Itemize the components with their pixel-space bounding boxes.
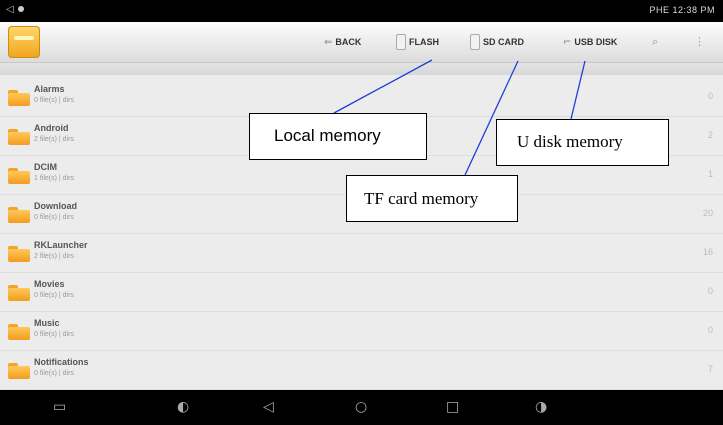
list-item-meta: 0 file(s) | dirs xyxy=(34,370,74,377)
volume-down-icon[interactable]: ◐ xyxy=(177,399,189,415)
list-item-count: 1 xyxy=(707,169,713,179)
folder-icon xyxy=(8,168,30,184)
back-button[interactable]: ⇐ BACK xyxy=(324,34,361,50)
file-manager-app-icon[interactable] xyxy=(8,26,40,58)
local-memory-label: Local memory xyxy=(274,126,381,145)
folder-icon xyxy=(8,285,30,301)
u-disk-memory-callout: U disk memory xyxy=(496,119,669,166)
list-item-count: 16 xyxy=(702,247,713,257)
usb-disk-icon: ⌐ xyxy=(563,36,572,48)
list-item[interactable]: Movies 0 file(s) | dirs 0 xyxy=(0,273,723,312)
list-item[interactable]: Notifications 0 file(s) | dirs 7 xyxy=(0,351,723,390)
list-item[interactable]: Alarms 0 file(s) | dirs 0 xyxy=(0,78,723,117)
folder-icon xyxy=(8,90,30,106)
list-item-count: 20 xyxy=(702,208,713,218)
back-nav-icon[interactable]: ◁ xyxy=(263,399,274,415)
folder-icon xyxy=(8,207,30,223)
folder-icon xyxy=(8,363,30,379)
list-item[interactable]: RKLauncher 2 file(s) | dirs 16 xyxy=(0,234,723,273)
tf-card-memory-callout: TF card memory xyxy=(346,175,518,222)
list-item-name: Download xyxy=(34,201,77,211)
notification-icons: ◁ xyxy=(6,4,24,15)
list-item[interactable]: Music 0 file(s) | dirs 0 xyxy=(0,312,723,351)
back-arrow-icon: ⇐ xyxy=(324,36,333,48)
status-bar: ◁ PHE 12:38 PM xyxy=(0,0,723,22)
toolbar: ⇐ BACK FLASH SD CARD ⌐ USB DISK ⌕ ⋮ xyxy=(0,22,723,63)
list-item-name: DCIM xyxy=(34,162,57,172)
system-nav-bar: ▭ ◐ ◁ ○ □ ◑ xyxy=(0,390,723,425)
folder-icon xyxy=(8,246,30,262)
usb-disk-button-label: USB DISK xyxy=(574,37,618,47)
list-item-meta: 0 file(s) | dirs xyxy=(34,97,74,104)
home-icon[interactable]: ○ xyxy=(355,399,367,415)
u-disk-memory-label: U disk memory xyxy=(517,132,623,151)
list-item-name: Movies xyxy=(34,279,65,289)
list-item-name: Alarms xyxy=(34,84,65,94)
list-item-meta: 0 file(s) | dirs xyxy=(34,214,74,221)
volume-up-icon[interactable]: ◑ xyxy=(535,399,547,415)
recent-apps-icon[interactable]: □ xyxy=(446,399,459,415)
back-button-label: BACK xyxy=(335,37,362,47)
local-memory-callout: Local memory xyxy=(249,113,427,160)
overflow-menu-icon[interactable]: ⋮ xyxy=(694,35,705,48)
sd-card-icon xyxy=(470,34,480,50)
status-clock: PHE 12:38 PM xyxy=(649,5,715,15)
list-item-name: Music xyxy=(34,318,60,328)
folder-icon xyxy=(8,129,30,145)
list-item-count: 7 xyxy=(707,364,713,374)
list-item-meta: 0 file(s) | dirs xyxy=(34,331,74,338)
screenshot-icon[interactable]: ▭ xyxy=(53,399,66,415)
dot-icon xyxy=(17,6,24,12)
flash-button-label: FLASH xyxy=(409,37,439,47)
flash-button[interactable]: FLASH xyxy=(396,34,439,50)
list-item-meta: 2 file(s) | dirs xyxy=(34,253,74,260)
list-item-count: 0 xyxy=(707,91,713,101)
search-icon[interactable]: ⌕ xyxy=(652,35,658,49)
list-item-name: RKLauncher xyxy=(34,240,88,250)
list-item-count: 0 xyxy=(707,325,713,335)
list-item-count: 0 xyxy=(707,286,713,296)
path-header xyxy=(0,63,723,75)
notification-icon: ◁ xyxy=(6,4,14,15)
list-item-name: Notifications xyxy=(34,357,89,367)
list-item-name: Android xyxy=(34,123,69,133)
list-item-meta: 2 file(s) | dirs xyxy=(34,136,74,143)
tf-card-memory-label: TF card memory xyxy=(364,189,479,208)
list-item-meta: 1 file(s) | dirs xyxy=(34,175,74,182)
list-item-count: 2 xyxy=(707,130,713,140)
usb-disk-button[interactable]: ⌐ USB DISK xyxy=(563,34,617,50)
list-item-meta: 0 file(s) | dirs xyxy=(34,292,74,299)
sd-card-button-label: SD CARD xyxy=(483,37,525,47)
flash-storage-icon xyxy=(396,34,406,50)
sd-card-button[interactable]: SD CARD xyxy=(470,34,524,50)
folder-icon xyxy=(8,324,30,340)
